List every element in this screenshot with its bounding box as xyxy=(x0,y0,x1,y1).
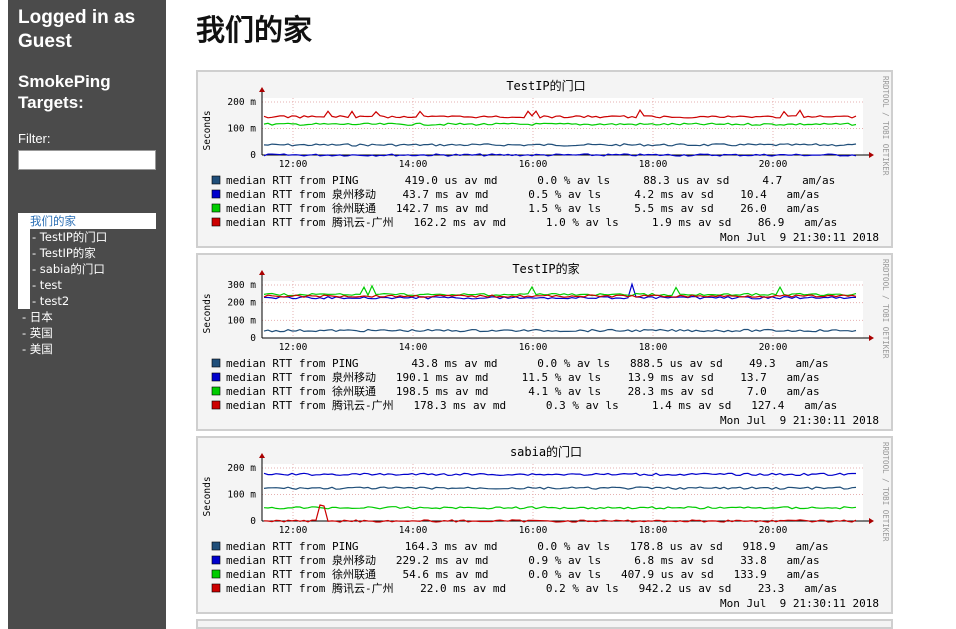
rrdtool-label: RRDTOOL / TOBI OETIKER xyxy=(881,259,890,359)
x-tick-label: 16:00 xyxy=(519,159,548,170)
filter-label: Filter: xyxy=(18,131,51,146)
x-tick-label: 16:00 xyxy=(519,525,548,536)
targets-heading: SmokePing Targets: xyxy=(18,72,111,112)
legend-swatch xyxy=(211,555,221,565)
x-axis-arrow xyxy=(869,518,874,524)
x-tick-label: 14:00 xyxy=(399,159,428,170)
graph-svg: TestIP的家 Seconds RRDTOOL / TOBI OETIKER 300… xyxy=(202,259,890,427)
legend-swatch xyxy=(211,583,221,593)
x-tick-label: 12:00 xyxy=(279,342,308,353)
x-tick-label: 20:00 xyxy=(759,525,788,536)
graph-svg: sabia的门口 Seconds RRDTOOL / TOBI OETIKER 200… xyxy=(202,442,890,610)
menu-subitem[interactable]: - test2 xyxy=(30,293,156,309)
legend-swatch xyxy=(211,189,221,199)
graph-timestamp: Mon Jul 9 21:30:11 2018 xyxy=(720,231,879,244)
x-tick-label: 12:00 xyxy=(279,159,308,170)
x-tick-label: 18:00 xyxy=(639,525,668,536)
x-tick-label: 14:00 xyxy=(399,525,428,536)
y-tick-label: 100 m xyxy=(227,490,256,501)
graph-timestamp: Mon Jul 9 21:30:11 2018 xyxy=(720,414,879,427)
menu-subitem[interactable]: - TestIP的家 xyxy=(30,245,156,261)
y-tick-label: 200 m xyxy=(227,463,256,474)
legend-entry: median RTT from PING 43.8 ms av md 0.0 %… xyxy=(226,357,829,370)
legend-entry: median RTT from PING 419.0 us av md 0.0 … xyxy=(226,174,835,187)
legend-swatch xyxy=(211,372,221,382)
rrdtool-label: RRDTOOL / TOBI OETIKER xyxy=(881,442,890,542)
filter-input[interactable] xyxy=(18,150,156,170)
y-axis-arrow xyxy=(259,87,265,92)
legend-entry: median RTT from 腾讯云-广州 162.2 ms av md 1.… xyxy=(226,215,837,229)
x-tick-label: 14:00 xyxy=(399,342,428,353)
latency-graph[interactable]: TestIP的门口 Seconds RRDTOOL / TOBI OETIKER 20… xyxy=(196,70,893,248)
legend-swatch xyxy=(211,541,221,551)
legend-entry: median RTT from 徐州联通 198.5 ms av md 4.1 … xyxy=(226,384,820,398)
latency-graph[interactable]: sabia的门口 Seconds RRDTOOL / TOBI OETIKER 200… xyxy=(196,436,893,614)
y-axis-arrow xyxy=(259,453,265,458)
graph-title: TestIP的家 xyxy=(512,261,579,276)
x-axis-arrow xyxy=(869,335,874,341)
legend-swatch xyxy=(211,203,221,213)
y-tick-label: 200 m xyxy=(227,298,256,309)
sidebar: Logged in as Guest SmokePing Targets: Fi… xyxy=(8,0,166,629)
y-tick-label: 100 m xyxy=(227,315,256,326)
legend-swatch xyxy=(211,569,221,579)
rrdtool-label: RRDTOOL / TOBI OETIKER xyxy=(881,76,890,176)
x-tick-label: 16:00 xyxy=(519,342,548,353)
menu-item-japan[interactable]: - 日本 xyxy=(18,309,166,325)
y-tick-label: 200 m xyxy=(227,97,256,108)
menu-item-uk[interactable]: - 英国 xyxy=(18,325,166,341)
graph-svg: TestIP的门口 Seconds RRDTOOL / TOBI OETIKER 20… xyxy=(202,76,890,244)
y-axis-arrow xyxy=(259,270,265,275)
x-tick-label: 12:00 xyxy=(279,525,308,536)
legend-entry: median RTT from 腾讯云-广州 178.3 ms av md 0.… xyxy=(226,398,837,412)
legend-entry: median RTT from 徐州联通 54.6 ms av md 0.0 %… xyxy=(226,567,820,581)
menu-group-home: 我们的家 - TestIP的门口 - TestIP的家 - sabia的门口 -… xyxy=(18,213,156,309)
legend-swatch xyxy=(211,400,221,410)
y-tick-label: 300 m xyxy=(227,280,256,291)
y-tick-label: 100 m xyxy=(227,124,256,135)
legend-entry: median RTT from PING 164.3 ms av md 0.0 … xyxy=(226,540,829,553)
graph-timestamp: Mon Jul 9 21:30:11 2018 xyxy=(720,597,879,610)
latency-graph-partial[interactable] xyxy=(196,619,893,629)
y-tick-label: 0 xyxy=(250,333,256,344)
x-tick-label: 20:00 xyxy=(759,159,788,170)
target-menu: 我们的家 - TestIP的门口 - TestIP的家 - sabia的门口 -… xyxy=(18,213,166,357)
legend-entry: median RTT from 徐州联通 142.7 ms av md 1.5 … xyxy=(226,201,820,215)
y-axis-label: Seconds xyxy=(202,110,213,150)
legend-swatch xyxy=(211,358,221,368)
menu-item-usa[interactable]: - 美国 xyxy=(18,341,166,357)
legend-entry: median RTT from 泉州移动 190.1 ms av md 11.5… xyxy=(226,370,820,384)
menu-subitem[interactable]: - TestIP的门口 xyxy=(30,229,156,245)
main-content: 我们的家 xyxy=(196,0,896,50)
legend-swatch xyxy=(211,386,221,396)
menu-subitem[interactable]: - test xyxy=(30,277,156,293)
x-axis-arrow xyxy=(869,152,874,158)
x-tick-label: 18:00 xyxy=(639,342,668,353)
menu-item-home[interactable]: 我们的家 xyxy=(30,213,156,229)
y-tick-label: 0 xyxy=(250,516,256,527)
y-axis-label: Seconds xyxy=(202,293,213,333)
page-title: 我们的家 xyxy=(196,13,313,47)
legend-entry: median RTT from 腾讯云-广州 22.0 ms av md 0.2… xyxy=(226,581,837,595)
legend-swatch xyxy=(211,175,221,185)
x-tick-label: 20:00 xyxy=(759,342,788,353)
y-axis-label: Seconds xyxy=(202,476,213,516)
x-tick-label: 18:00 xyxy=(639,159,668,170)
menu-subitem[interactable]: - sabia的门口 xyxy=(30,261,156,277)
y-tick-label: 0 xyxy=(250,150,256,161)
legend-entry: median RTT from 泉州移动 43.7 ms av md 0.5 %… xyxy=(226,187,820,201)
legend-swatch xyxy=(211,217,221,227)
login-status: Logged in as Guest xyxy=(18,7,136,52)
graph-title: sabia的门口 xyxy=(510,444,582,459)
latency-graph[interactable]: TestIP的家 Seconds RRDTOOL / TOBI OETIKER 300… xyxy=(196,253,893,431)
graph-title: TestIP的门口 xyxy=(506,78,585,93)
legend-entry: median RTT from 泉州移动 229.2 ms av md 0.9 … xyxy=(226,553,820,567)
